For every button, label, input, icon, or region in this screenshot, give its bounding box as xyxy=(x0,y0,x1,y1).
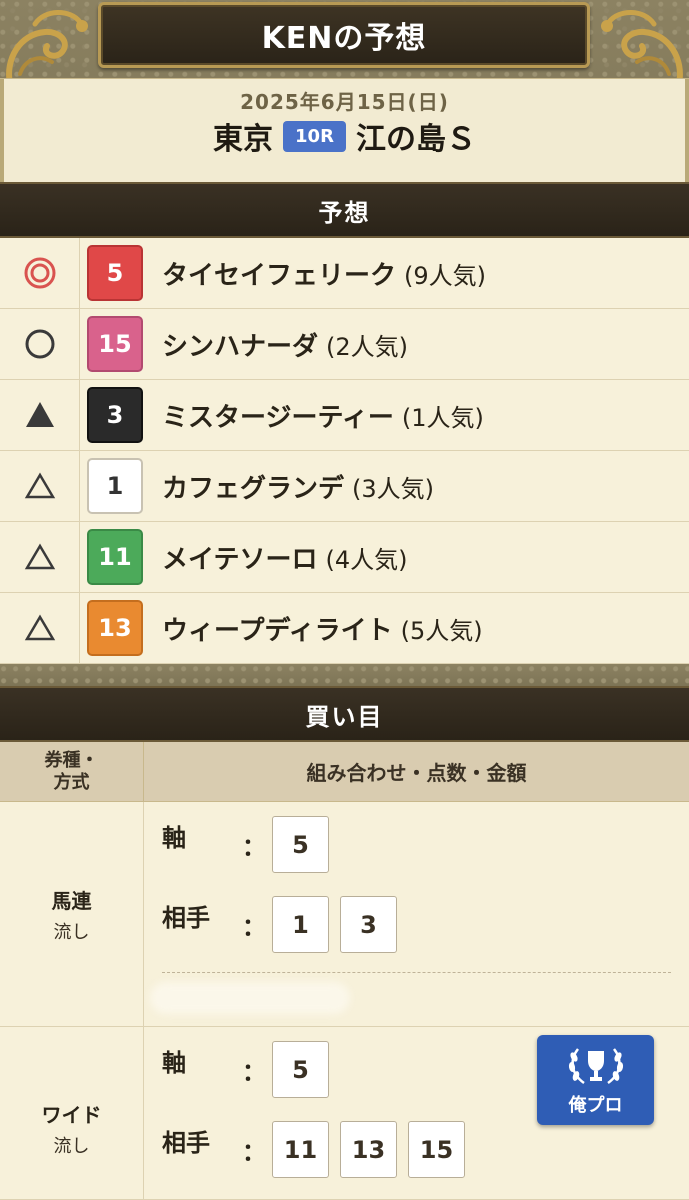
page-title-plate: KENの予想 xyxy=(98,2,590,68)
horse-name-text: シンハナーダ xyxy=(162,331,319,362)
axis-line: 軸 ： 5 xyxy=(162,816,340,873)
horse-name-text: メイテソーロ xyxy=(162,544,318,575)
partner-number-box: 3 xyxy=(340,896,397,953)
triangle-icon xyxy=(24,543,55,570)
partner-line: 相手 ： 1 3 xyxy=(162,896,408,953)
horse-name: シンハナーダ (2人気) xyxy=(162,326,408,363)
partner-label: 相手 xyxy=(162,904,210,932)
race-line: 東京 10R 江の島Ｓ xyxy=(0,114,689,158)
double-circle-icon xyxy=(24,257,55,289)
horse-name: タイセイフェリーク (9人気) xyxy=(162,255,486,292)
page-title: KENの予想 xyxy=(261,21,427,56)
race-number-badge: 10R xyxy=(283,120,346,152)
bet-row-wide: ワイド 流し 軸 ： 5 相手 ： 11 13 15 俺プロ xyxy=(0,1027,689,1200)
partner-number-box: 1 xyxy=(272,896,329,953)
redacted-area xyxy=(150,982,350,1014)
bet-type: ワイド xyxy=(41,1102,102,1127)
laurel-trophy-icon xyxy=(568,1048,623,1085)
triangle-icon xyxy=(24,614,55,641)
prediction-row: 11 メイテソーロ (4人気) xyxy=(0,522,689,593)
post-number-badge: 1 xyxy=(87,458,143,514)
bets-table-header: 券種・ 方式 組み合わせ・点数・金額 xyxy=(0,742,689,802)
post-number-badge: 11 xyxy=(87,529,143,585)
column-header-type-line2: 方式 xyxy=(53,771,90,793)
axis-label: 軸 xyxy=(162,1049,186,1077)
bet-method: 流し xyxy=(53,1135,90,1157)
header: KENの予想 2025年6月15日(日) 東京 10R 江の島Ｓ xyxy=(0,0,689,182)
partner-number-box: 15 xyxy=(408,1121,465,1178)
bet-combo-cell: 軸 ： 5 相手 ： 11 13 15 俺プロ xyxy=(144,1027,689,1199)
popularity: (5人気) xyxy=(400,616,483,645)
bet-row-umaren: 馬連 流し 軸 ： 5 相手 ： 1 3 xyxy=(0,802,689,1027)
race-venue: 東京 xyxy=(213,122,274,157)
race-name: 江の島Ｓ xyxy=(355,122,476,157)
popularity: (4人気) xyxy=(325,545,408,574)
renka-mark xyxy=(0,522,80,592)
axis-number-box: 5 xyxy=(272,1041,329,1098)
axis-number-box: 5 xyxy=(272,816,329,873)
column-header-type: 券種・ 方式 xyxy=(0,742,144,801)
horse-name-text: ミスタージーティー xyxy=(162,402,394,433)
post-number-badge: 13 xyxy=(87,600,143,656)
popularity: (2人気) xyxy=(326,332,409,361)
horse-name: ウィープディライト (5人気) xyxy=(162,610,483,647)
post-number-badge: 3 xyxy=(87,387,143,443)
horse-name: メイテソーロ (4人気) xyxy=(162,539,407,576)
bet-type: 馬連 xyxy=(51,888,92,913)
circle-icon xyxy=(25,329,54,359)
popularity: (3人気) xyxy=(352,474,435,503)
filled-triangle-icon xyxy=(25,402,54,427)
popularity: (9人気) xyxy=(404,261,487,290)
honmei-mark xyxy=(0,238,80,308)
popularity: (1人気) xyxy=(401,403,484,432)
partner-number-box: 13 xyxy=(340,1121,397,1178)
pro-badge-label: 俺プロ xyxy=(568,1095,623,1116)
horse-name-text: タイセイフェリーク xyxy=(162,260,397,291)
colon: ： xyxy=(242,833,266,861)
bets-table: 券種・ 方式 組み合わせ・点数・金額 馬連 流し 軸 ： 5 相手 ： 1 3 xyxy=(0,742,689,1200)
partner-line: 相手 ： 11 13 15 xyxy=(162,1121,476,1178)
dotted-divider xyxy=(162,972,671,973)
partner-label: 相手 xyxy=(162,1129,210,1157)
race-date: 2025年6月15日(日) xyxy=(240,90,449,114)
column-header-type-line1: 券種・ xyxy=(44,749,99,771)
prediction-section-header: 予想 xyxy=(0,182,689,238)
bets-section-header: 買い目 xyxy=(0,686,689,742)
pro-badge-button[interactable]: 俺プロ xyxy=(537,1035,654,1125)
post-number-badge: 15 xyxy=(87,316,143,372)
horse-name: ミスタージーティー (1人気) xyxy=(162,397,484,434)
bet-combo-cell: 軸 ： 5 相手 ： 1 3 xyxy=(144,802,689,1026)
partner-number-box: 11 xyxy=(272,1121,329,1178)
bet-type-cell: 馬連 流し xyxy=(0,802,144,1026)
renka-mark xyxy=(0,593,80,663)
prediction-row: 3 ミスタージーティー (1人気) xyxy=(0,380,689,451)
post-number-badge: 5 xyxy=(87,245,143,301)
renka-mark xyxy=(0,451,80,521)
prediction-list: 5 タイセイフェリーク (9人気) 15 シンハナーダ (2人気) 3 ミスタージー… xyxy=(0,238,689,664)
prediction-row: 1 カフェグランデ (3人気) xyxy=(0,451,689,522)
prediction-section-title: 予想 xyxy=(318,198,371,227)
bets-section-title: 買い目 xyxy=(305,702,384,731)
horse-name: カフェグランデ (3人気) xyxy=(162,468,434,505)
bet-method: 流し xyxy=(53,921,90,943)
prediction-row: 5 タイセイフェリーク (9人気) xyxy=(0,238,689,309)
prediction-row: 15 シンハナーダ (2人気) xyxy=(0,309,689,380)
axis-label: 軸 xyxy=(162,824,186,852)
column-header-combo: 組み合わせ・点数・金額 xyxy=(306,761,527,785)
prediction-row: 13 ウィープディライト (5人気) xyxy=(0,593,689,664)
taikou-mark xyxy=(0,309,80,379)
bet-type-cell: ワイド 流し xyxy=(0,1027,144,1199)
horse-name-text: ウィープディライト xyxy=(162,615,393,646)
section-divider xyxy=(0,664,689,686)
colon: ： xyxy=(242,913,266,941)
tanana-mark xyxy=(0,380,80,450)
colon: ： xyxy=(242,1138,266,1166)
horse-name-text: カフェグランデ xyxy=(162,473,345,504)
axis-line: 軸 ： 5 xyxy=(162,1041,340,1098)
colon: ： xyxy=(242,1058,266,1086)
triangle-icon xyxy=(24,472,55,499)
